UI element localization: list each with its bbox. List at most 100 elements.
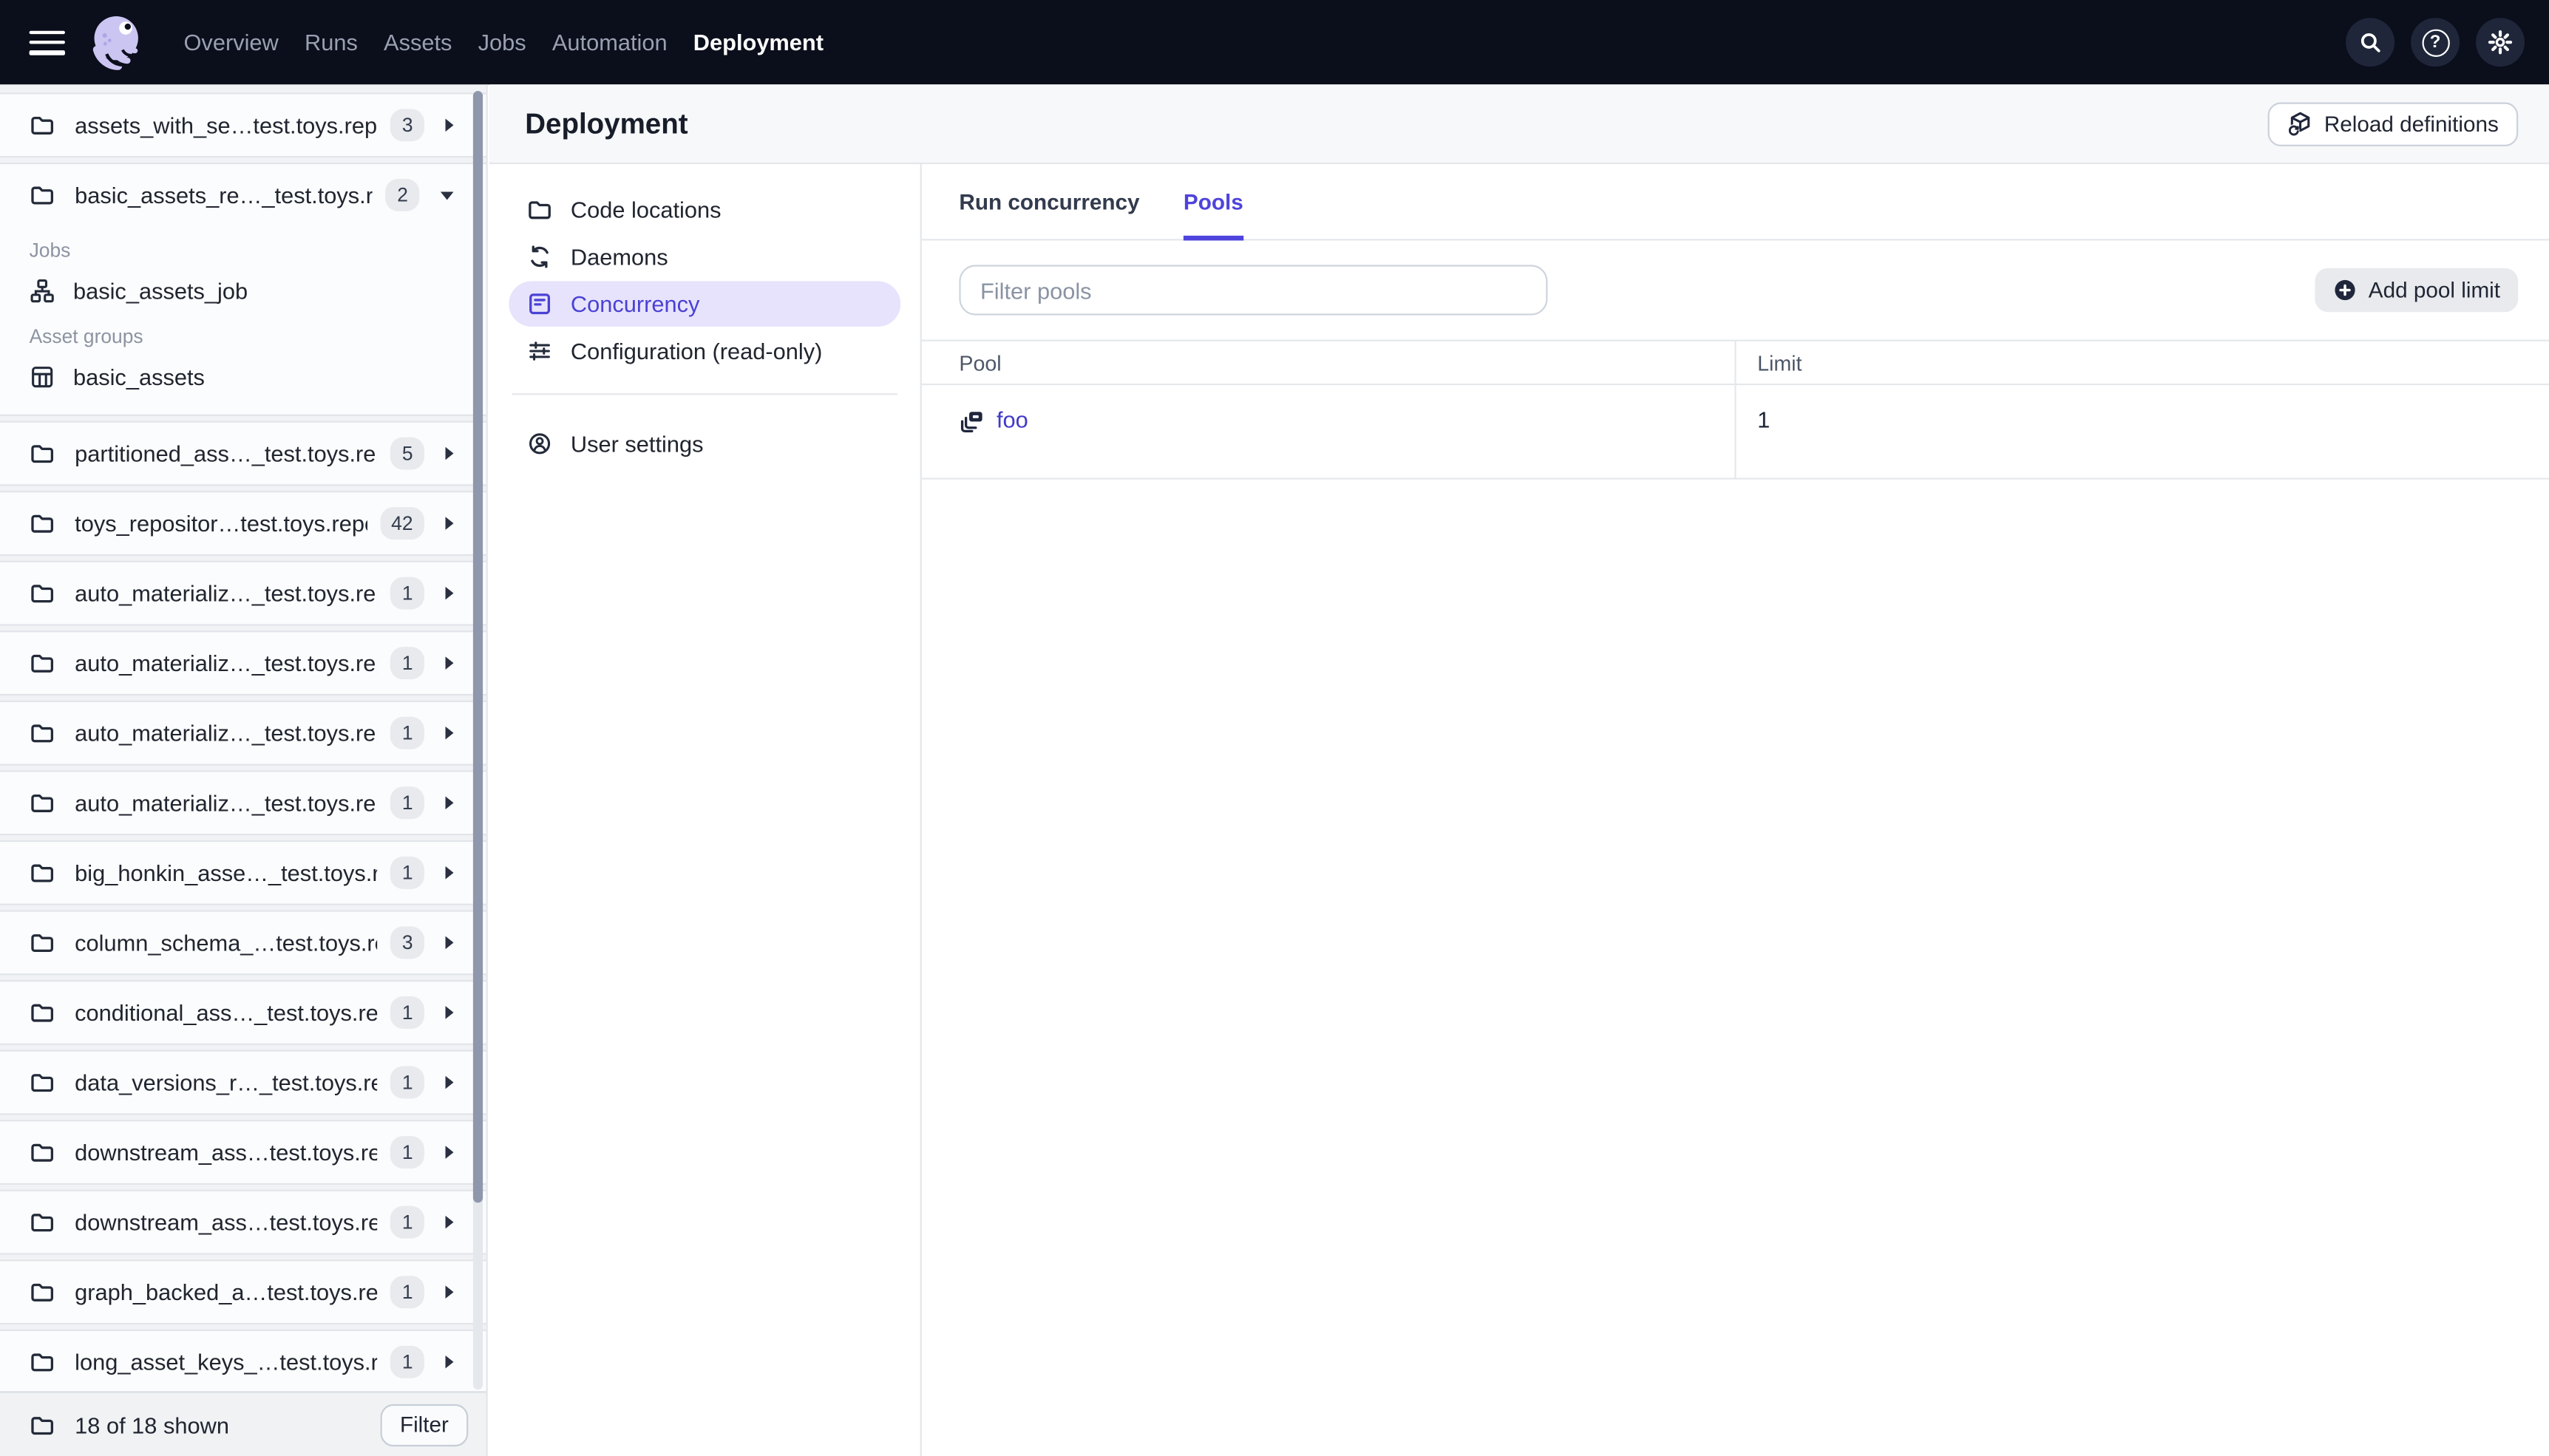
page-header: Deployment Reload definitions [489, 84, 2549, 165]
filter-button[interactable]: Filter [380, 1403, 469, 1446]
asset-groups-heading: Asset groups [29, 324, 143, 348]
filter-pools-input[interactable] [959, 265, 1548, 316]
nav-link[interactable]: Overview [183, 30, 278, 55]
sidebar-job-item[interactable]: basic_assets_job [0, 270, 486, 312]
chevron-right-icon[interactable] [445, 1006, 454, 1019]
sidebar-item-repo[interactable]: assets_with_se…test.toys.repo 3 [0, 95, 486, 157]
sidebar-item-repo-expanded[interactable]: basic_assets_re…_test.toys.repo 2 [0, 164, 486, 226]
nav-link[interactable]: Runs [305, 30, 358, 55]
sidebar-item-repo[interactable]: big_honkin_asse…_test.toys.rep 1 [0, 842, 486, 904]
folder-icon [31, 116, 54, 135]
nav-item-code-locations[interactable]: Code locations [509, 187, 900, 233]
count-badge: 1 [390, 1136, 424, 1169]
sidebar-repo-block: downstream_ass…test.toys.rep 1 [0, 1189, 486, 1255]
tab-bar: Run concurrency Pools [921, 164, 2549, 241]
sidebar-repo-block: data_versions_r…_test.toys.rep 1 [0, 1050, 486, 1115]
search-button[interactable] [2346, 18, 2395, 67]
count-badge: 1 [390, 1345, 424, 1378]
deployment-nav: Code locations Daemons Concurrency Confi… [489, 164, 922, 1456]
sidebar-repo-block: auto_materializ…_test.toys.repo 1 [0, 630, 486, 696]
chevron-right-icon[interactable] [445, 726, 454, 740]
reload-definitions-button[interactable]: Reload definitions [2267, 101, 2519, 146]
add-pool-limit-button[interactable]: Add pool limit [2315, 268, 2519, 313]
folder-icon [31, 1283, 54, 1302]
menu-icon[interactable] [29, 30, 65, 55]
repo-label: downstream_ass…test.toys.rep [75, 1139, 378, 1166]
sidebar-item-repo[interactable]: column_schema_…test.toys.rep 3 [0, 912, 486, 974]
repo-label: big_honkin_asse…_test.toys.rep [75, 860, 378, 886]
sidebar-repo-block: auto_materializ…_test.toys.repo 1 [0, 700, 486, 766]
sidebar-repo-block: downstream_ass…test.toys.rep 1 [0, 1120, 486, 1185]
nav-item-user-settings[interactable]: User settings [509, 421, 900, 467]
sidebar-item-repo[interactable]: long_asset_keys_…test.toys.rep 1 [0, 1331, 486, 1391]
folder-icon [31, 794, 54, 812]
asset-group-icon [32, 367, 53, 388]
sidebar-item-repo[interactable]: toys_repositor…test.toys.repo 42 [0, 492, 486, 554]
help-button[interactable]: ? [2411, 18, 2460, 67]
nav-item-daemons[interactable]: Daemons [509, 234, 900, 280]
sidebar-repo-block: long_asset_keys_…test.toys.rep 1 [0, 1329, 486, 1392]
folder-icon [31, 585, 54, 603]
cube-refresh-icon [2287, 112, 2309, 137]
chevron-right-icon[interactable] [445, 517, 454, 530]
folder-icon [31, 1004, 54, 1022]
sidebar-item-repo[interactable]: auto_materializ…_test.toys.repo 1 [0, 702, 486, 764]
chevron-right-icon[interactable] [445, 1355, 454, 1369]
folder-icon [31, 934, 54, 953]
chevron-right-icon[interactable] [445, 1075, 454, 1089]
nav-link[interactable]: Jobs [478, 30, 526, 55]
chevron-right-icon[interactable] [445, 796, 454, 810]
nav-item-concurrency[interactable]: Concurrency [509, 281, 901, 327]
count-badge: 1 [390, 786, 424, 820]
sidebar-repo-block: assets_with_se…test.toys.repo 3 [0, 92, 486, 158]
nav-link-deployment[interactable]: Deployment [693, 30, 824, 55]
chevron-right-icon[interactable] [445, 118, 454, 132]
sidebar-item-repo[interactable]: downstream_ass…test.toys.rep 1 [0, 1191, 486, 1253]
sidebar-item-repo[interactable]: conditional_ass…_test.toys.repo 1 [0, 982, 486, 1044]
settings-button[interactable] [2476, 18, 2525, 67]
main-menu: Overview Runs Assets Jobs Automation Dep… [183, 30, 824, 55]
folder-icon [31, 445, 54, 463]
chevron-right-icon[interactable] [445, 656, 454, 670]
repo-label: graph_backed_a…test.toys.repo [75, 1279, 378, 1305]
deployment-body: Code locations Daemons Concurrency Confi… [489, 164, 2549, 1456]
sidebar-asset-group-item[interactable]: basic_assets [0, 356, 486, 398]
count-badge: 1 [390, 1205, 424, 1239]
sidebar-item-repo[interactable]: auto_materializ…_test.toys.repo 1 [0, 562, 486, 625]
chevron-right-icon[interactable] [445, 1146, 454, 1159]
nav-link[interactable]: Assets [384, 30, 452, 55]
page-title: Deployment [525, 106, 688, 140]
sidebar-item-repo[interactable]: auto_materializ…_test.toys.repo 1 [0, 632, 486, 694]
sidebar-item-repo[interactable]: auto_materializ…_test.toys.repo 1 [0, 772, 486, 834]
sidebar-item-repo[interactable]: data_versions_r…_test.toys.rep 1 [0, 1052, 486, 1114]
sidebar-item-repo[interactable]: partitioned_ass…_test.toys.rep 5 [0, 423, 486, 485]
nav-link[interactable]: Automation [552, 30, 668, 55]
tab-pools[interactable]: Pools [1183, 164, 1243, 241]
chevron-right-icon[interactable] [445, 866, 454, 880]
table-row: foo 1 [921, 385, 2549, 480]
count-badge: 3 [390, 926, 424, 959]
column-header-pool: Pool [959, 350, 1002, 375]
chevron-down-icon[interactable] [440, 191, 454, 200]
chevron-right-icon[interactable] [445, 1215, 454, 1229]
sidebar-scrollbar-thumb[interactable] [472, 91, 483, 1203]
chevron-right-icon[interactable] [445, 586, 454, 600]
dagster-logo-icon[interactable] [84, 10, 149, 75]
sidebar-scrollbar-track[interactable] [472, 91, 483, 1390]
chevron-right-icon[interactable] [445, 1285, 454, 1299]
nav-item-configuration[interactable]: Configuration (read-only) [509, 328, 900, 374]
folder-icon [31, 1074, 54, 1092]
divider [512, 393, 897, 395]
chevron-right-icon[interactable] [445, 446, 454, 460]
repo-label: long_asset_keys_…test.toys.rep [75, 1349, 378, 1375]
sidebar-item-repo[interactable]: downstream_ass…test.toys.rep 1 [0, 1121, 486, 1183]
pool-link[interactable]: foo [997, 406, 1028, 432]
repo-contents: Jobs basic_assets_job Asset groups basic… [0, 239, 486, 414]
repo-label: conditional_ass…_test.toys.repo [75, 999, 378, 1026]
tab-run-concurrency[interactable]: Run concurrency [959, 164, 1139, 239]
sliders-icon [529, 341, 550, 361]
gear-icon [2487, 30, 2513, 55]
plus-circle-icon [2333, 279, 2357, 302]
chevron-right-icon[interactable] [445, 936, 454, 950]
sidebar-item-repo[interactable]: graph_backed_a…test.toys.repo 1 [0, 1261, 486, 1323]
